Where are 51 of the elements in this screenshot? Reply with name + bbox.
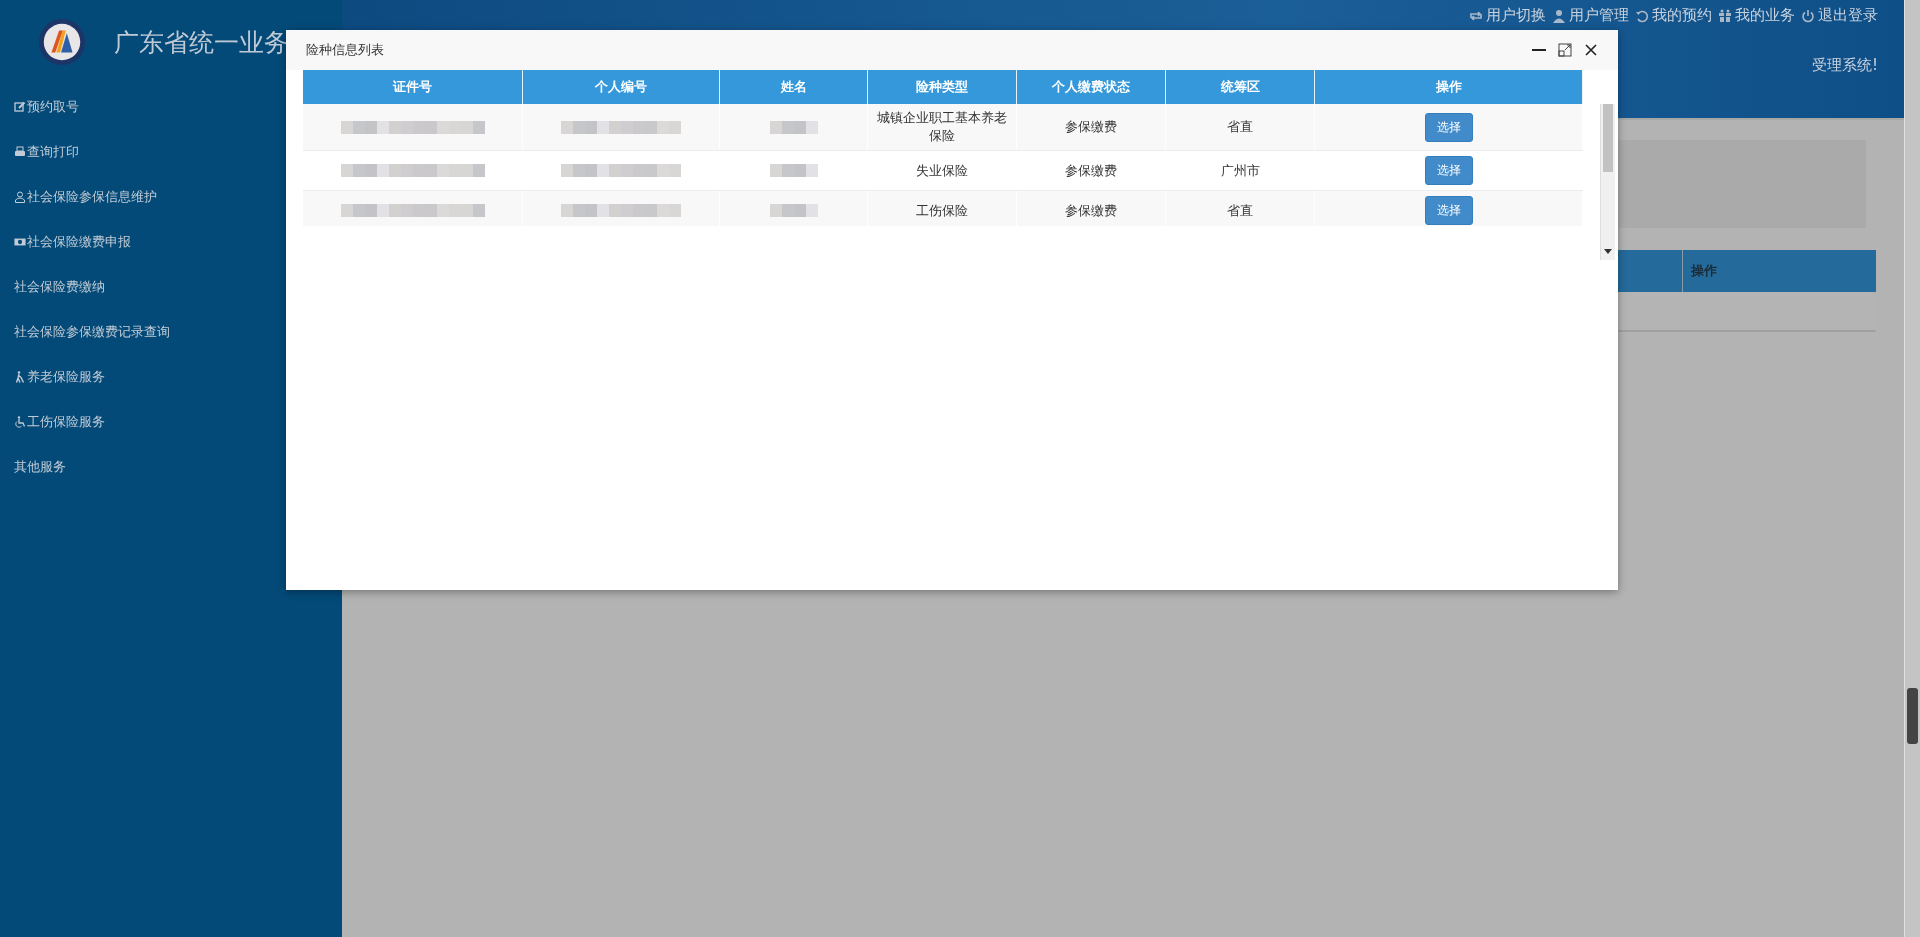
minimize-icon: [1532, 49, 1546, 51]
user-icon: [1552, 8, 1566, 23]
sidebar-item[interactable]: 社会保险参保缴费记录查询: [14, 309, 170, 354]
table-cell: 省直: [1227, 201, 1253, 220]
grid-icon: [1718, 8, 1732, 23]
sidebar-item[interactable]: 预约取号: [14, 84, 79, 129]
maximize-button[interactable]: [1556, 41, 1574, 59]
sidebar-item[interactable]: 社会保险缴费申报: [14, 219, 131, 264]
print-icon: [14, 145, 26, 158]
sidebar-item[interactable]: 社会保险参保信息维护: [14, 174, 157, 219]
user-icon: [14, 190, 26, 203]
history-icon: [1635, 8, 1649, 23]
table-cell: 工伤保险: [916, 201, 968, 220]
edit-icon: [14, 100, 26, 113]
table-cell: 广州市: [1220, 161, 1260, 180]
maximize-icon: [1558, 43, 1572, 57]
table-cell: 失业保险: [916, 161, 968, 180]
wheelchair-icon: [14, 415, 26, 428]
header-link[interactable]: 用户管理: [1552, 6, 1629, 25]
pixelated-redaction: [769, 120, 818, 134]
pixelated-redaction: [769, 204, 818, 217]
header-link[interactable]: 我的预约: [1635, 6, 1712, 25]
sidebar-item[interactable]: 其他服务: [14, 444, 66, 489]
table-cell: 参保缴费: [1065, 118, 1117, 136]
scroll-down-icon[interactable]: [1604, 249, 1612, 254]
select-button[interactable]: 选择: [1424, 112, 1473, 142]
site-title: 广东省统一业务: [114, 27, 289, 59]
sidebar-item[interactable]: 查询打印: [14, 129, 79, 174]
walking-person-icon: [14, 370, 26, 383]
close-icon: [1584, 43, 1598, 57]
table-cell: 城镇企业职工基本养老保险: [876, 109, 1008, 145]
pixelated-redaction: [769, 164, 818, 177]
power-icon: [1801, 8, 1815, 23]
header-link[interactable]: 用户切换: [1469, 6, 1546, 25]
table-cell: 参保缴费: [1065, 201, 1117, 220]
welcome-text: 受理系统!: [1812, 56, 1878, 74]
sidebar-item[interactable]: 养老保险服务: [14, 354, 105, 399]
sidebar-item[interactable]: 工伤保险服务: [14, 399, 105, 444]
header-link[interactable]: 退出登录: [1801, 6, 1878, 25]
emblem-logo: [38, 18, 86, 66]
page-scrollbar[interactable]: [1904, 0, 1920, 937]
dialog-title: 险种信息列表: [306, 41, 384, 59]
sidebar-item[interactable]: 社会保险费缴纳: [14, 264, 105, 309]
table-cell: 参保缴费: [1065, 161, 1117, 180]
select-button[interactable]: 选择: [1424, 156, 1473, 185]
header-link[interactable]: 我的业务: [1718, 6, 1795, 25]
swap-icon: [1469, 8, 1483, 23]
table-scrollbar[interactable]: [1600, 104, 1615, 260]
select-button[interactable]: 选择: [1424, 196, 1473, 225]
table-cell: 省直: [1227, 118, 1253, 136]
column-header: 操作: [1690, 262, 1718, 280]
